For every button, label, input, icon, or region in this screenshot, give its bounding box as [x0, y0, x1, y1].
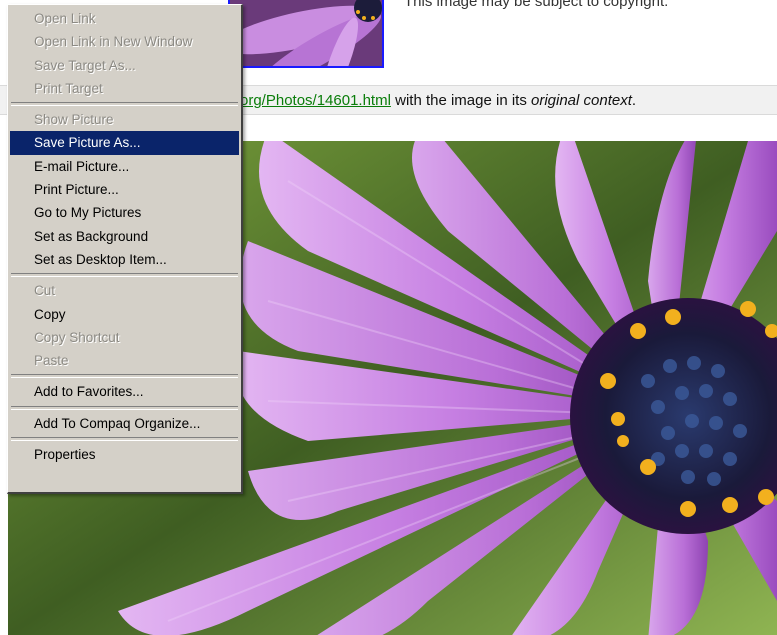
copyright-note: This image may be subject to copyright. [404, 0, 669, 10]
menu-item-set-as-background[interactable]: Set as Background [10, 225, 239, 248]
context-italic: original context [531, 92, 632, 109]
menu-item-cut: Cut [34, 283, 56, 299]
menu-item-go-to-my-pictures[interactable]: Go to My Pictures [10, 201, 239, 224]
menu-item-add-to-compaq-organize[interactable]: Add To Compaq Organize... [10, 412, 239, 435]
menu-separator [11, 437, 238, 442]
menu-item-e-mail-picture[interactable]: E-mail Picture... [10, 155, 239, 178]
menu-item-copy[interactable]: Copy [10, 303, 239, 326]
menu-item-properties[interactable]: Properties [10, 443, 239, 466]
context-line: org/Photos/14601.html with the image in … [240, 92, 636, 109]
menu-item-open-link: Open Link [34, 11, 96, 26]
context-text-1: with the image in its [390, 92, 531, 109]
menu-item-add-to-favorites[interactable]: Add to Favorites... [10, 380, 239, 403]
original-context-link[interactable]: org/Photos/14601.html [240, 92, 391, 109]
menu-separator [11, 374, 238, 379]
context-text-2: . [631, 92, 637, 109]
menu-item-copy-shortcut: Copy Shortcut [34, 329, 120, 345]
menu-separator [11, 273, 238, 278]
thumbnail-image[interactable] [228, 0, 384, 68]
menu-separator [11, 405, 238, 410]
menu-item-save-picture-as[interactable]: Save Picture As... [10, 131, 239, 155]
menu-item-save-target-as: Save Target As... [34, 57, 136, 73]
menu-item-paste: Paste [34, 353, 69, 369]
menu-item-open-link-in-new-window: Open Link in New Window [34, 34, 193, 50]
menu-item-show-picture: Show Picture [34, 112, 114, 128]
menu-item-print-picture[interactable]: Print Picture... [10, 178, 239, 201]
context-menu: Open Link Open Link in New Window Save Tar… [7, 4, 243, 494]
menu-separator [11, 102, 238, 107]
menu-item-set-as-desktop-item[interactable]: Set as Desktop Item... [10, 248, 239, 271]
menu-item-print-target: Print Target [34, 80, 103, 96]
thumbnail-flower-graphic [230, 0, 382, 66]
